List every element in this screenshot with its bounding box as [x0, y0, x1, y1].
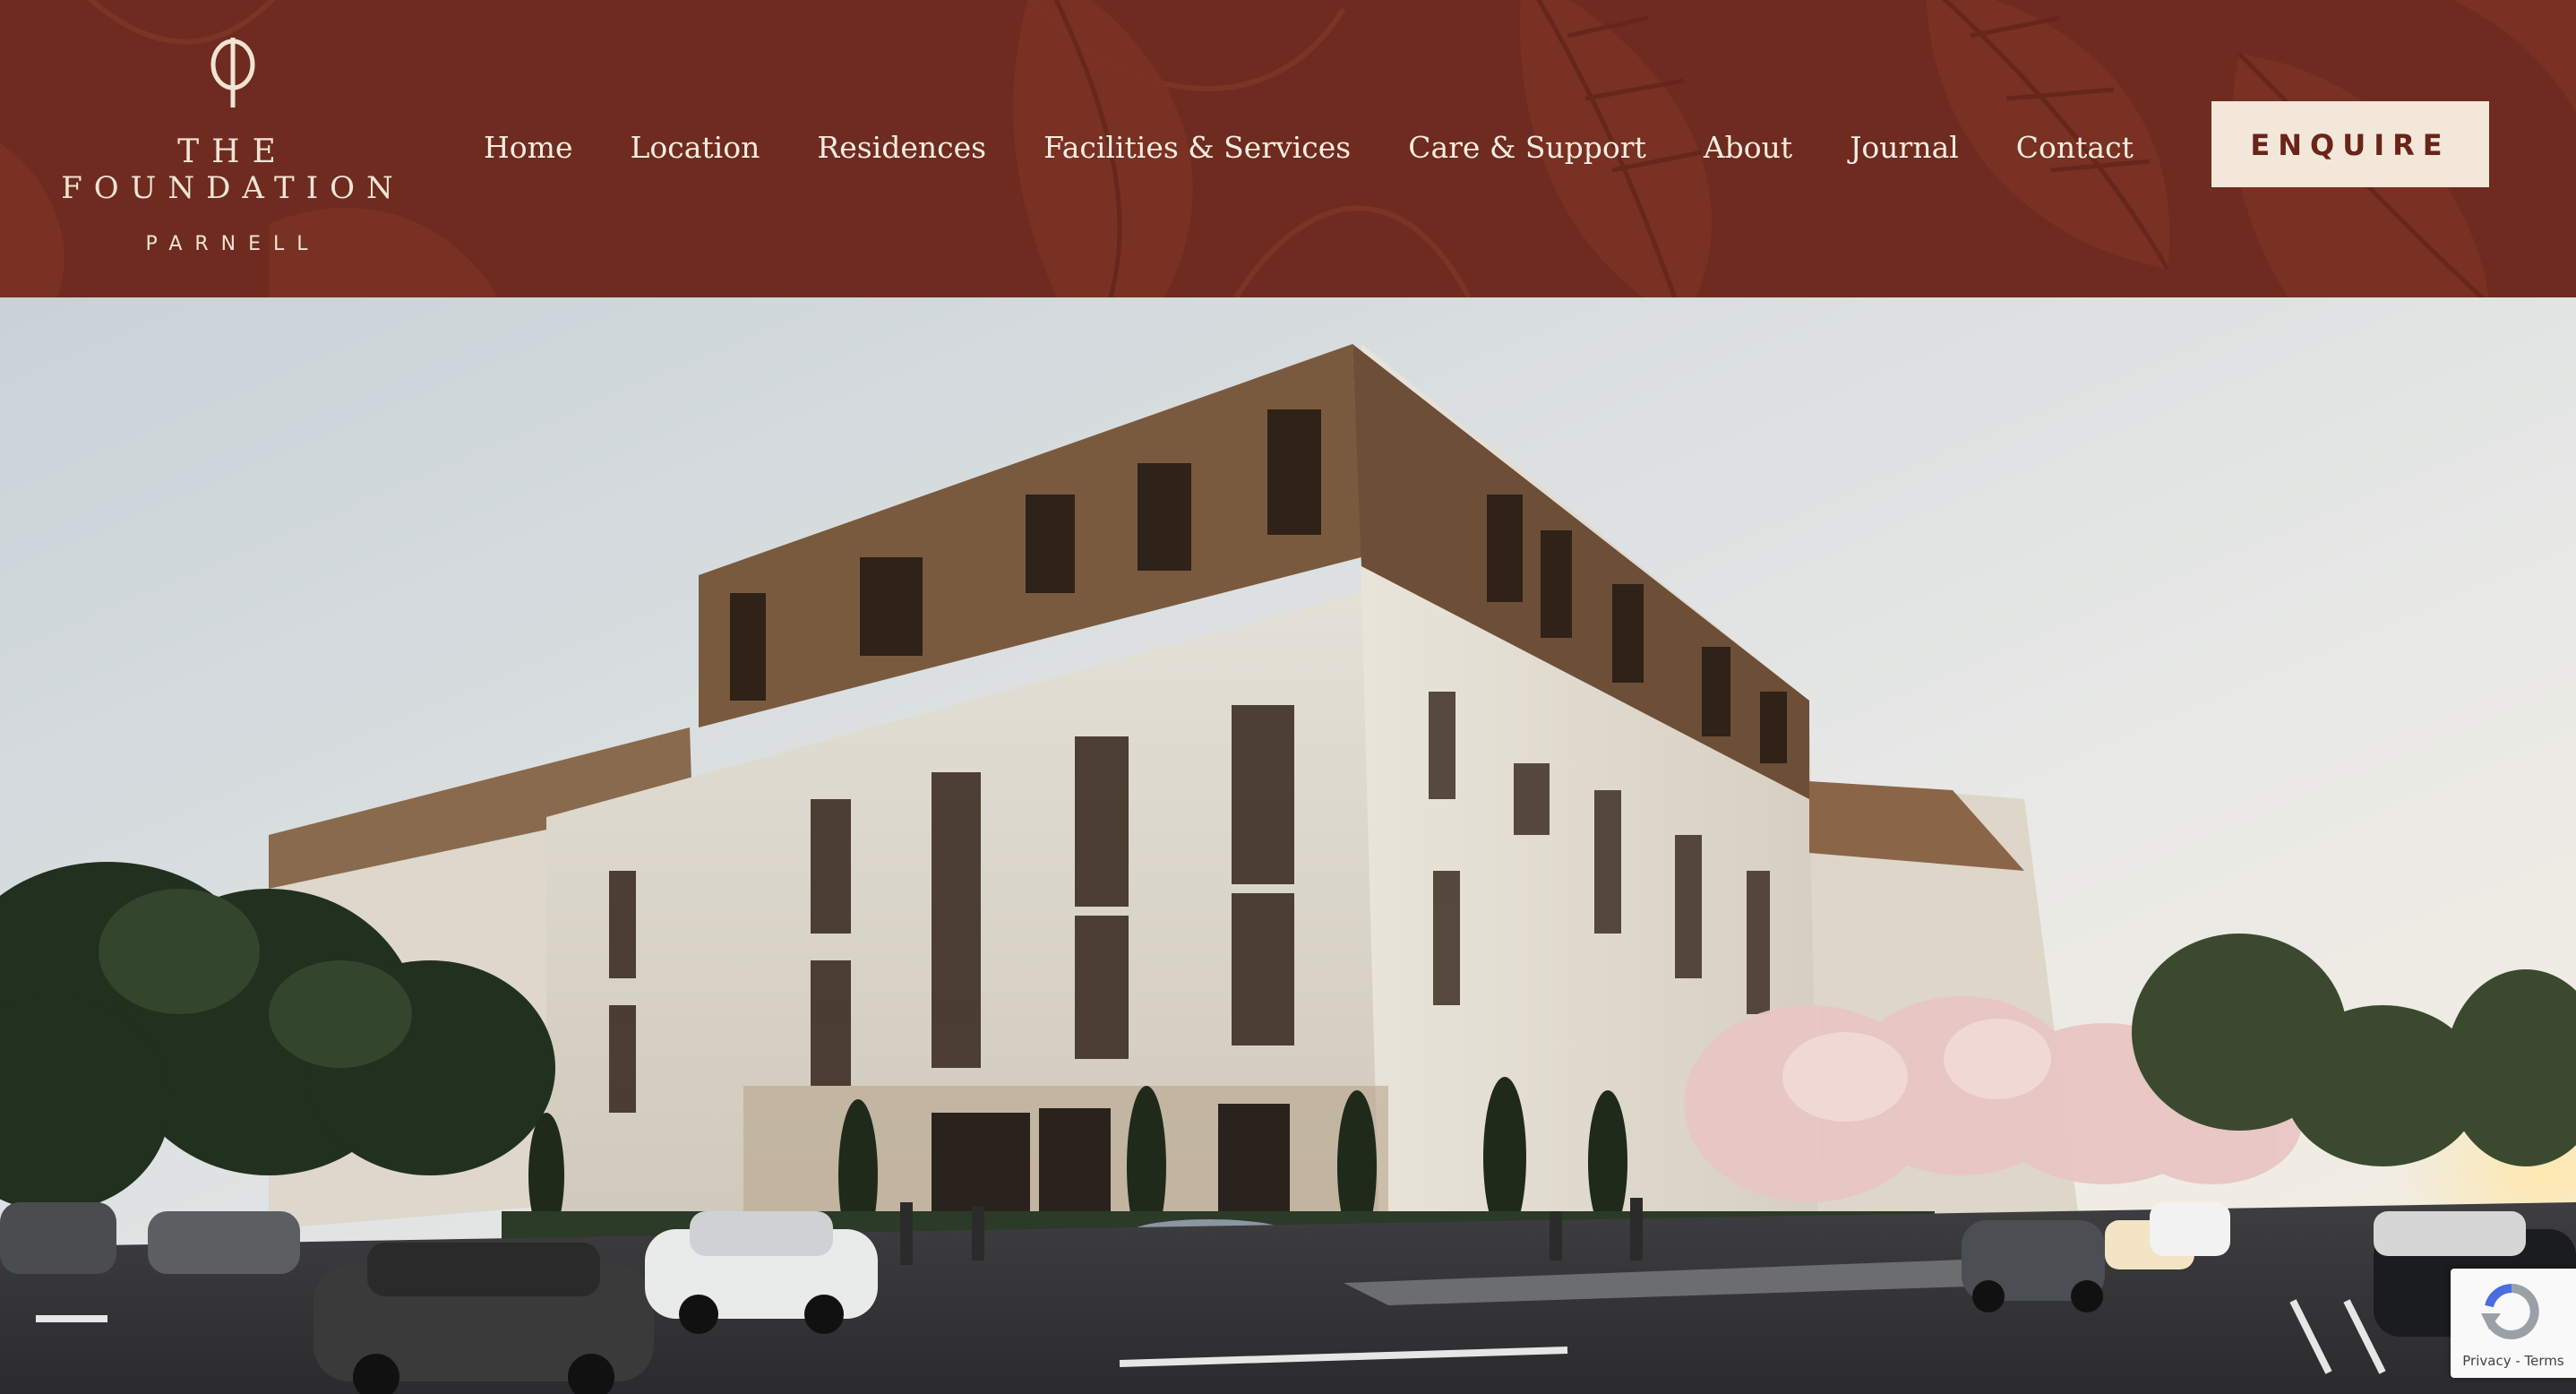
enquire-button[interactable]: ENQUIRE — [2211, 101, 2489, 187]
brand-line-foundation: FOUNDATION — [61, 170, 405, 206]
nav-residences[interactable]: Residences — [817, 116, 986, 179]
recaptcha-separator: - — [2511, 1353, 2525, 1369]
main-nav: Home Location Residences Facilities & Se… — [484, 116, 2134, 179]
nav-journal[interactable]: Journal — [1850, 116, 1959, 179]
nav-contact[interactable]: Contact — [2016, 116, 2134, 179]
nav-facilities-services[interactable]: Facilities & Services — [1043, 116, 1351, 179]
leaf-emblem-icon — [210, 38, 255, 108]
recaptcha-terms-link[interactable]: Terms — [2525, 1353, 2564, 1369]
nav-home[interactable]: Home — [484, 116, 572, 179]
brand-line-the: THE — [177, 133, 288, 170]
recaptcha-links: Privacy - Terms — [2451, 1353, 2576, 1369]
recaptcha-privacy-link[interactable]: Privacy — [2462, 1353, 2511, 1369]
recaptcha-icon — [2481, 1284, 2539, 1339]
nav-about[interactable]: About — [1704, 116, 1792, 179]
nav-location[interactable]: Location — [630, 116, 760, 179]
site-header: THE FOUNDATION PARNELL Home Location Res… — [0, 0, 2576, 297]
recaptcha-badge[interactable]: Privacy - Terms — [2451, 1269, 2576, 1378]
hero-image — [0, 297, 2576, 1394]
brand-line-parnell: PARNELL — [145, 233, 321, 255]
building-render-illustration — [0, 297, 2576, 1394]
nav-care-support[interactable]: Care & Support — [1408, 116, 1646, 179]
brand-logo[interactable]: THE FOUNDATION PARNELL — [54, 27, 412, 269]
